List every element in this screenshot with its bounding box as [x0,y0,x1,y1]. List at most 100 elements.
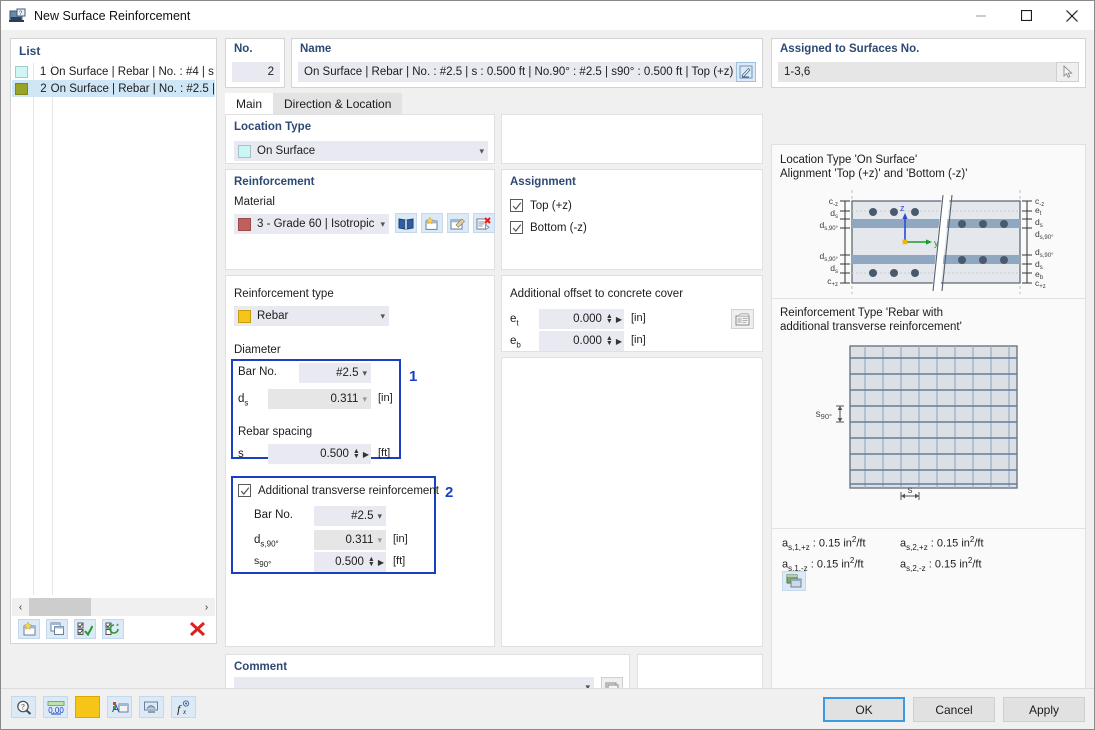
new-icon[interactable] [18,619,40,639]
list-panel: List 1 On Surface | Rebar | No. : #4 | s… [10,38,217,644]
diameter-label: Diameter [234,344,281,356]
expand-icon[interactable]: ▶ [616,315,622,324]
list-item[interactable]: 2 On Surface | Rebar | No. : #2.5 | s : … [12,80,215,97]
reinforcement-type-label: Reinforcement type [234,288,334,300]
spinner-icon[interactable]: ▲ ▼ [368,556,375,568]
close-button[interactable] [1049,1,1094,30]
top-checkbox-row[interactable]: Top (+z) [510,199,572,212]
svg-text:ds,90°: ds,90° [1035,247,1054,259]
bottom-toolbar-icons: ? 0,00 A fx [11,696,196,718]
eb-value: 0.000 [573,335,602,347]
window-title: New Surface Reinforcement [34,8,191,23]
offset-header: Additional offset to concrete cover [510,288,684,300]
spinner-icon[interactable]: ▲ ▼ [606,335,613,347]
numeric-icon[interactable]: 0,00 [43,696,68,718]
library-icon[interactable] [395,213,417,233]
assigned-surfaces-panel: Assigned to Surfaces No. 1-3,6 [771,38,1086,88]
result-item: as,2,-z : 0.15 in2/ft [900,556,984,573]
ok-button[interactable]: OK [823,697,905,722]
s90-label: s90° [254,555,271,569]
tab-main[interactable]: Main [225,93,274,114]
list-horizontal-scrollbar[interactable]: ‹ › [12,598,215,616]
eb-input[interactable]: 0.000 ▲ ▼ ▶ [539,331,624,351]
number-input[interactable]: 2 [232,62,280,82]
apply-button[interactable]: Apply [1003,697,1085,722]
additional-transverse-checkbox[interactable] [238,484,251,497]
concrete-cover-icon[interactable] [731,309,754,329]
info-divider [772,298,1085,299]
concrete-cover-offset-panel: Additional offset to concrete cover et 0… [501,275,763,352]
view-icon[interactable] [139,696,164,718]
s90-unit: [ft] [393,555,406,567]
s-input[interactable]: 0.500 ▲ ▼ ▶ [268,444,371,464]
name-field-panel: Name On Surface | Rebar | No. : #2.5 | s… [291,38,763,88]
material-value: 3 - Grade 60 | Isotropic ... [257,218,377,230]
result-item: as,1,+z : 0.15 in2/ft [782,535,900,552]
tab-direction-location[interactable]: Direction & Location [273,93,403,114]
chevron-down-icon[interactable]: ▾ [377,511,382,522]
edit-material-icon[interactable] [447,213,469,233]
middle-blank-panel [501,114,763,164]
minimize-button[interactable] [959,1,1004,30]
s90-input[interactable]: 0.500 ▲ ▼ ▶ [314,552,386,572]
scrollbar-thumb[interactable] [29,598,91,616]
info-panel: Location Type 'On Surface' Alignment 'To… [771,144,1086,701]
location-type-swatch [238,144,251,158]
scroll-right-icon[interactable]: › [198,598,215,616]
expand-icon[interactable]: ▶ [378,558,384,567]
location-type-select[interactable]: On Surface ▾ [234,141,488,161]
chevron-down-icon[interactable]: ▾ [380,219,385,230]
maximize-button[interactable] [1004,1,1049,30]
color-icon[interactable] [75,696,100,718]
et-input[interactable]: 0.000 ▲ ▼ ▶ [539,309,624,329]
function-icon[interactable]: fx [171,696,196,718]
info-icon[interactable]: ? [11,696,36,718]
list-item[interactable]: 1 On Surface | Rebar | No. : #4 | s : 0.… [12,63,215,80]
chevron-down-icon[interactable]: ▾ [362,368,367,379]
scroll-left-icon[interactable]: ‹ [12,598,29,616]
bottom-checkbox-row[interactable]: Bottom (-z) [510,221,587,234]
edit-name-icon[interactable] [736,62,756,82]
bar-no-value: #2.5 [336,367,359,379]
ds-select[interactable]: 0.311 ▾ [268,389,371,409]
title-bar: ? New Surface Reinforcement [1,1,1094,30]
label-icon[interactable]: A [107,696,132,718]
et-subscript: t [516,318,519,328]
name-input[interactable]: On Surface | Rebar | No. : #2.5 | s : 0.… [298,62,738,82]
reinforcement-panel: Reinforcement Material 3 - Grade 60 | Is… [225,169,495,270]
ds90-subscript: s,90° [260,539,279,549]
new-material-icon[interactable] [421,213,443,233]
bottom-checkbox[interactable] [510,221,523,234]
material-color-swatch [238,217,251,231]
delete-icon[interactable] [186,619,208,639]
bar-no-select[interactable]: #2.5 ▾ [299,363,371,383]
chevron-down-icon[interactable]: ▾ [479,146,484,157]
copy-icon[interactable] [46,619,68,639]
cancel-button[interactable]: Cancel [913,697,995,722]
spinner-icon[interactable]: ▲ ▼ [353,448,360,460]
assignment-panel: Assignment Top (+z) Bottom (-z) [501,169,763,270]
material-select[interactable]: 3 - Grade 60 | Isotropic ... ▾ [234,214,389,234]
results-detail-icon[interactable] [782,571,806,591]
refresh-icon[interactable] [102,619,124,639]
top-checkbox[interactable] [510,199,523,212]
expand-icon[interactable]: ▶ [363,450,369,459]
reinforcement-type-select[interactable]: Rebar ▾ [234,306,389,326]
ds90-value: 0.311 [345,534,374,546]
additional-transverse-checkbox-row[interactable]: Additional transverse reinforcement [238,484,439,497]
chevron-down-icon[interactable]: ▾ [380,311,385,322]
assigned-input[interactable]: 1-3,6 [778,62,1056,82]
svg-text:x: x [182,708,187,715]
expand-icon[interactable]: ▶ [616,337,622,346]
chevron-down-icon[interactable]: ▾ [377,535,382,546]
chevron-down-icon[interactable]: ▾ [362,394,367,405]
delete-material-icon[interactable] [473,213,495,233]
pick-surfaces-icon[interactable] [1056,62,1079,82]
spinner-icon[interactable]: ▲ ▼ [606,313,613,325]
transverse-bar-no-select[interactable]: #2.5 ▾ [314,506,386,526]
select-all-icon[interactable] [74,619,96,639]
ds90-select[interactable]: 0.311 ▾ [314,530,386,550]
location-type-header: Location Type [234,121,312,133]
scrollbar-track[interactable] [29,598,198,616]
svg-text:ds,90°: ds,90° [820,220,839,232]
